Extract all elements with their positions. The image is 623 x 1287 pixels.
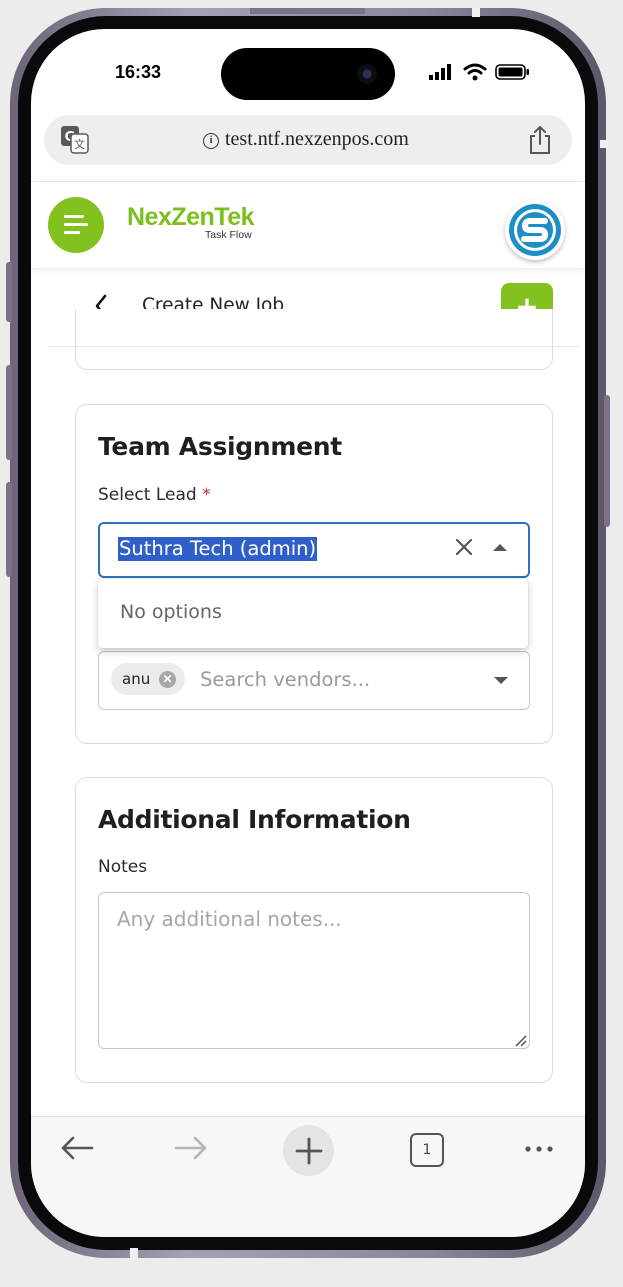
menu-icon: [64, 215, 84, 218]
arrow-down-icon[interactable]: [494, 677, 508, 684]
user-avatar[interactable]: [505, 200, 565, 260]
required-mark: *: [202, 485, 211, 505]
status-time: 16:33: [115, 62, 162, 82]
signal-icon: [429, 64, 451, 80]
notes-placeholder[interactable]: Any additional notes...: [117, 907, 342, 931]
volume-up-button: [6, 365, 12, 460]
s-logo-icon: [509, 204, 561, 256]
wifi-icon: [463, 63, 487, 81]
top-antenna-line: [250, 8, 365, 14]
info-icon[interactable]: i: [203, 133, 219, 149]
antenna-band: [600, 140, 608, 148]
chip-remove-icon[interactable]: ✕: [159, 671, 176, 688]
resize-icon[interactable]: [513, 1033, 527, 1047]
brand-tagline: Task Flow: [205, 229, 252, 241]
subheader-divider: [49, 346, 579, 347]
battery-icon: [495, 64, 529, 80]
share-icon[interactable]: [528, 125, 552, 155]
menu-button[interactable]: [48, 197, 104, 253]
url-text[interactable]: test.ntf.nexzenpos.com: [225, 128, 409, 151]
antenna-band: [472, 8, 480, 17]
volume-down-button: [6, 482, 12, 577]
select-lead-label: Select Lead *: [98, 485, 211, 505]
back-arrow-icon[interactable]: [59, 1135, 95, 1161]
team-assignment-title: Team Assignment: [98, 432, 342, 461]
svg-text:文: 文: [74, 137, 85, 151]
no-options-message: No options: [120, 601, 222, 623]
tabs-icon[interactable]: 1: [410, 1133, 444, 1167]
translate-icon[interactable]: G 文: [61, 126, 89, 154]
select-lead-label-text: Select Lead: [98, 485, 197, 505]
plus-icon[interactable]: [295, 1137, 323, 1165]
silent-switch: [6, 262, 12, 322]
power-button: [604, 395, 610, 527]
brand-logo: NexZenTek: [127, 203, 255, 231]
arrow-up-icon[interactable]: [493, 544, 507, 551]
screen: 16:33 G 文 i test.ntf.nexzenpos.com NexZe…: [31, 29, 585, 1237]
notes-label: Notes: [98, 857, 148, 877]
dynamic-island: [221, 48, 395, 100]
vendor-search-placeholder[interactable]: Search vendors...: [200, 668, 370, 691]
forward-arrow-icon[interactable]: [173, 1135, 209, 1161]
more-icon[interactable]: [524, 1144, 556, 1154]
vendor-chip-label: anu: [122, 670, 151, 688]
previous-section-card: [75, 309, 553, 370]
app-header: [31, 181, 585, 268]
antenna-band: [130, 1248, 138, 1260]
lead-select-value[interactable]: Suthra Tech (admin): [118, 537, 318, 561]
clear-icon[interactable]: [455, 538, 473, 556]
additional-info-title: Additional Information: [98, 805, 411, 834]
